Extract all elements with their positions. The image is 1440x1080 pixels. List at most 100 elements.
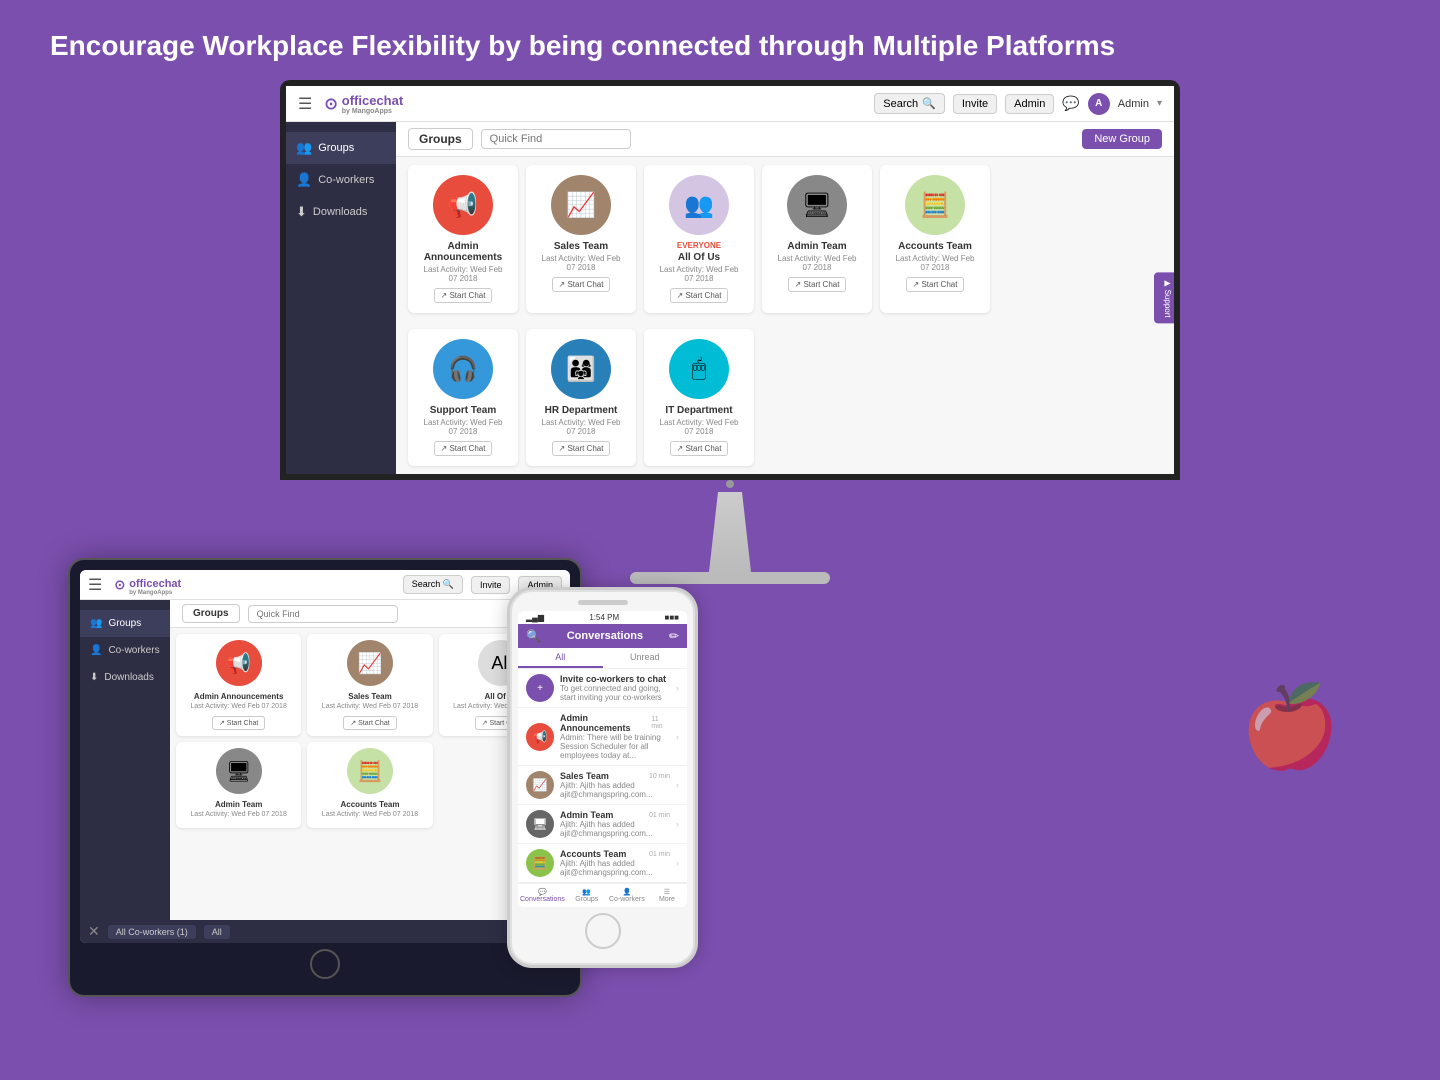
tablet-group-accounts-team[interactable]: 🧮 Accounts Team Last Activity: Wed Feb 0… [307, 742, 432, 828]
groups-toolbar: Groups New Group [396, 122, 1174, 157]
phone-item-text: Sales Team 10 min Ajith: Ajith has added… [560, 771, 670, 799]
group-card-admin-team[interactable]: 🖥 Admin Team Last Activity: Wed Feb 07 2… [762, 165, 872, 313]
group-activity: Last Activity: Wed Feb 07 2018 [536, 418, 626, 436]
phone-avatar-invite: + [526, 674, 554, 702]
desktop-monitor: ☰ ⊙ officechat by MangoApps Search 🔍 Inv… [280, 80, 1180, 584]
tablet-start-chat[interactable]: ↗ Start Chat [343, 716, 396, 730]
group-card-all-of-us[interactable]: 👥 EVERYONE All Of Us Last Activity: Wed … [644, 165, 754, 313]
phone-tab-unread[interactable]: Unread [603, 648, 688, 668]
monitor-screen: ☰ ⊙ officechat by MangoApps Search 🔍 Inv… [286, 86, 1174, 474]
phone-list-item-admin-team[interactable]: 🖥 Admin Team 01 min Ajith: Ajith has add… [518, 805, 687, 844]
groups-tab[interactable]: Groups [408, 128, 473, 150]
group-icon-hr-department: 👨‍👩‍👧 [551, 339, 611, 399]
tablet-app: ☰ ⊙ officechat by MangoApps Search 🔍 Inv… [80, 570, 570, 943]
apple-logo: 🍎 [1240, 680, 1340, 774]
phone-bottom-tab-coworkers[interactable]: 👤 Co-workers [607, 884, 647, 907]
phone-list-item-invite[interactable]: + Invite co-workers to chat To get conne… [518, 669, 687, 708]
tablet-groups-tab[interactable]: Groups [182, 604, 240, 623]
group-card-inner: 🎧 Support Team Last Activity: Wed Feb 07… [418, 339, 508, 456]
tablet-sidebar-downloads[interactable]: ⬇ Downloads [80, 664, 170, 691]
phone-item-msg: Ajith: Ajith has added ajit@chmangspring… [560, 820, 670, 838]
phone-item-text: Admin Announcements 11 min Admin: There … [560, 713, 670, 760]
group-card-it-department[interactable]: 🖱 IT Department Last Activity: Wed Feb 0… [644, 329, 754, 466]
group-card-hr-department[interactable]: 👨‍👩‍👧 HR Department Last Activity: Wed F… [526, 329, 636, 466]
group-card-support-team[interactable]: 🎧 Support Team Last Activity: Wed Feb 07… [408, 329, 518, 466]
phone-bottom-nav: 💬 Conversations 👥 Groups 👤 Co-workers ☰ … [518, 883, 687, 907]
conversations-label: Conversations [520, 896, 565, 903]
tablet-sidebar: 👥 Groups 👤 Co-workers ⬇ Downloads [80, 600, 170, 920]
tablet-group-admin-announcements[interactable]: 📢 Admin Announcements Last Activity: Wed… [176, 634, 301, 736]
phone-compose-icon[interactable]: ✏ [669, 629, 679, 643]
tablet-downloads-label: Downloads [104, 672, 153, 683]
start-chat-button[interactable]: ↗ Start Chat [552, 441, 611, 456]
tablet-quick-find[interactable] [248, 605, 398, 623]
groups-row-1: 📢 Admin Announcements Last Activity: Wed… [396, 157, 1174, 321]
tablet-sidebar-groups[interactable]: 👥 Groups [80, 610, 170, 637]
group-activity: Last Activity: Wed Feb 07 2018 [772, 254, 862, 272]
phone-list-item-sales-team[interactable]: 📈 Sales Team 10 min Ajith: Ajith has add… [518, 766, 687, 805]
phone-conversations-list: + Invite co-workers to chat To get conne… [518, 669, 687, 883]
desktop-main-content: Groups New Group 📢 Admin Announc [396, 122, 1174, 474]
start-chat-button[interactable]: ↗ Start Chat [434, 288, 493, 303]
phone-search-icon[interactable]: 🔍 [526, 629, 541, 643]
tablet-coworkers-label: Co-workers [108, 645, 159, 656]
tablet-group-icon: 📢 [216, 640, 262, 686]
tablet-sidebar-coworkers[interactable]: 👤 Co-workers [80, 637, 170, 664]
quick-find-input[interactable] [481, 129, 631, 149]
phone-list-item-admin-announcements[interactable]: 📢 Admin Announcements 11 min Admin: Ther… [518, 708, 687, 766]
scroll-indicator[interactable]: ▶ Support [1154, 272, 1174, 323]
hamburger-icon[interactable]: ☰ [298, 94, 312, 114]
phone-chevron-icon: › [676, 683, 679, 693]
new-group-button[interactable]: New Group [1082, 129, 1162, 149]
phone-tab-all[interactable]: All [518, 648, 603, 668]
start-chat-button[interactable]: ↗ Start Chat [670, 288, 729, 303]
tablet-group-sales-team[interactable]: 📈 Sales Team Last Activity: Wed Feb 07 2… [307, 634, 432, 736]
start-chat-button[interactable]: ↗ Start Chat [434, 441, 493, 456]
group-card-accounts-team[interactable]: 🧮 Accounts Team Last Activity: Wed Feb 0… [880, 165, 990, 313]
admin-dropdown-icon[interactable]: ▾ [1157, 98, 1162, 109]
tablet-home-button[interactable] [310, 949, 340, 979]
invite-button[interactable]: Invite [953, 94, 997, 114]
phone-speaker [578, 600, 628, 605]
admin-button[interactable]: Admin [1005, 94, 1054, 114]
start-chat-button[interactable]: ↗ Start Chat [906, 277, 965, 292]
groups-icon: 👥 [569, 888, 605, 896]
search-button[interactable]: Search 🔍 [874, 93, 945, 114]
phone-item-msg: Admin: There will be training Session Sc… [560, 733, 670, 760]
group-name: Admin Announcements [418, 241, 508, 263]
sidebar-item-coworkers[interactable]: 👤 Co-workers [286, 164, 396, 196]
phone-item-name: Admin Team [560, 810, 613, 820]
group-card-sales-team[interactable]: 📈 Sales Team Last Activity: Wed Feb 07 2… [526, 165, 636, 313]
sidebar-item-downloads[interactable]: ⬇ Downloads [286, 196, 396, 228]
tablet-group-admin-team[interactable]: 🖥 Admin Team Last Activity: Wed Feb 07 2… [176, 742, 301, 828]
phone-bottom-tab-groups[interactable]: 👥 Groups [567, 884, 607, 907]
search-label: Search [883, 98, 918, 110]
group-name: IT Department [654, 405, 744, 416]
close-icon[interactable]: ✕ [88, 923, 100, 940]
tablet-invite-button[interactable]: Invite [471, 576, 511, 594]
phone-bottom-tab-conversations[interactable]: 💬 Conversations [518, 884, 567, 907]
sidebar-item-groups[interactable]: 👥 Groups [286, 132, 396, 164]
chat-icon[interactable]: 💬 [1062, 95, 1079, 112]
phone-bottom-tab-more[interactable]: ☰ More [647, 884, 687, 907]
group-activity: Last Activity: Wed Feb 07 2018 [890, 254, 980, 272]
phone-item-text: Admin Team 01 min Ajith: Ajith has added… [560, 810, 670, 838]
tablet-start-chat[interactable]: ↗ Start Chat [212, 716, 265, 730]
phone-home-button[interactable] [585, 913, 621, 949]
tablet-hamburger-icon[interactable]: ☰ [88, 575, 102, 595]
tablet-search-button[interactable]: Search 🔍 [403, 575, 463, 594]
tablet-group-name: Admin Team [182, 800, 295, 809]
group-name: Accounts Team [890, 241, 980, 252]
sidebar-downloads-label: Downloads [313, 206, 367, 218]
start-chat-button[interactable]: ↗ Start Chat [552, 277, 611, 292]
co-workers-tab[interactable]: All Co-workers (1) [108, 925, 196, 939]
group-card-admin-announcements[interactable]: 📢 Admin Announcements Last Activity: Wed… [408, 165, 518, 313]
tablet-groups-icon: 👥 [90, 618, 102, 629]
start-chat-button[interactable]: ↗ Start Chat [788, 277, 847, 292]
phone-list-item-accounts-team[interactable]: 🧮 Accounts Team 01 min Ajith: Ajith has … [518, 844, 687, 883]
all-tab[interactable]: All [204, 925, 230, 939]
phone-item-msg: Ajith: Ajith has added ajit@chmangspring… [560, 781, 670, 799]
conversations-icon: 💬 [520, 888, 565, 896]
start-chat-button[interactable]: ↗ Start Chat [670, 441, 729, 456]
tablet-bottom-bar: ✕ All Co-workers (1) All [80, 920, 570, 943]
